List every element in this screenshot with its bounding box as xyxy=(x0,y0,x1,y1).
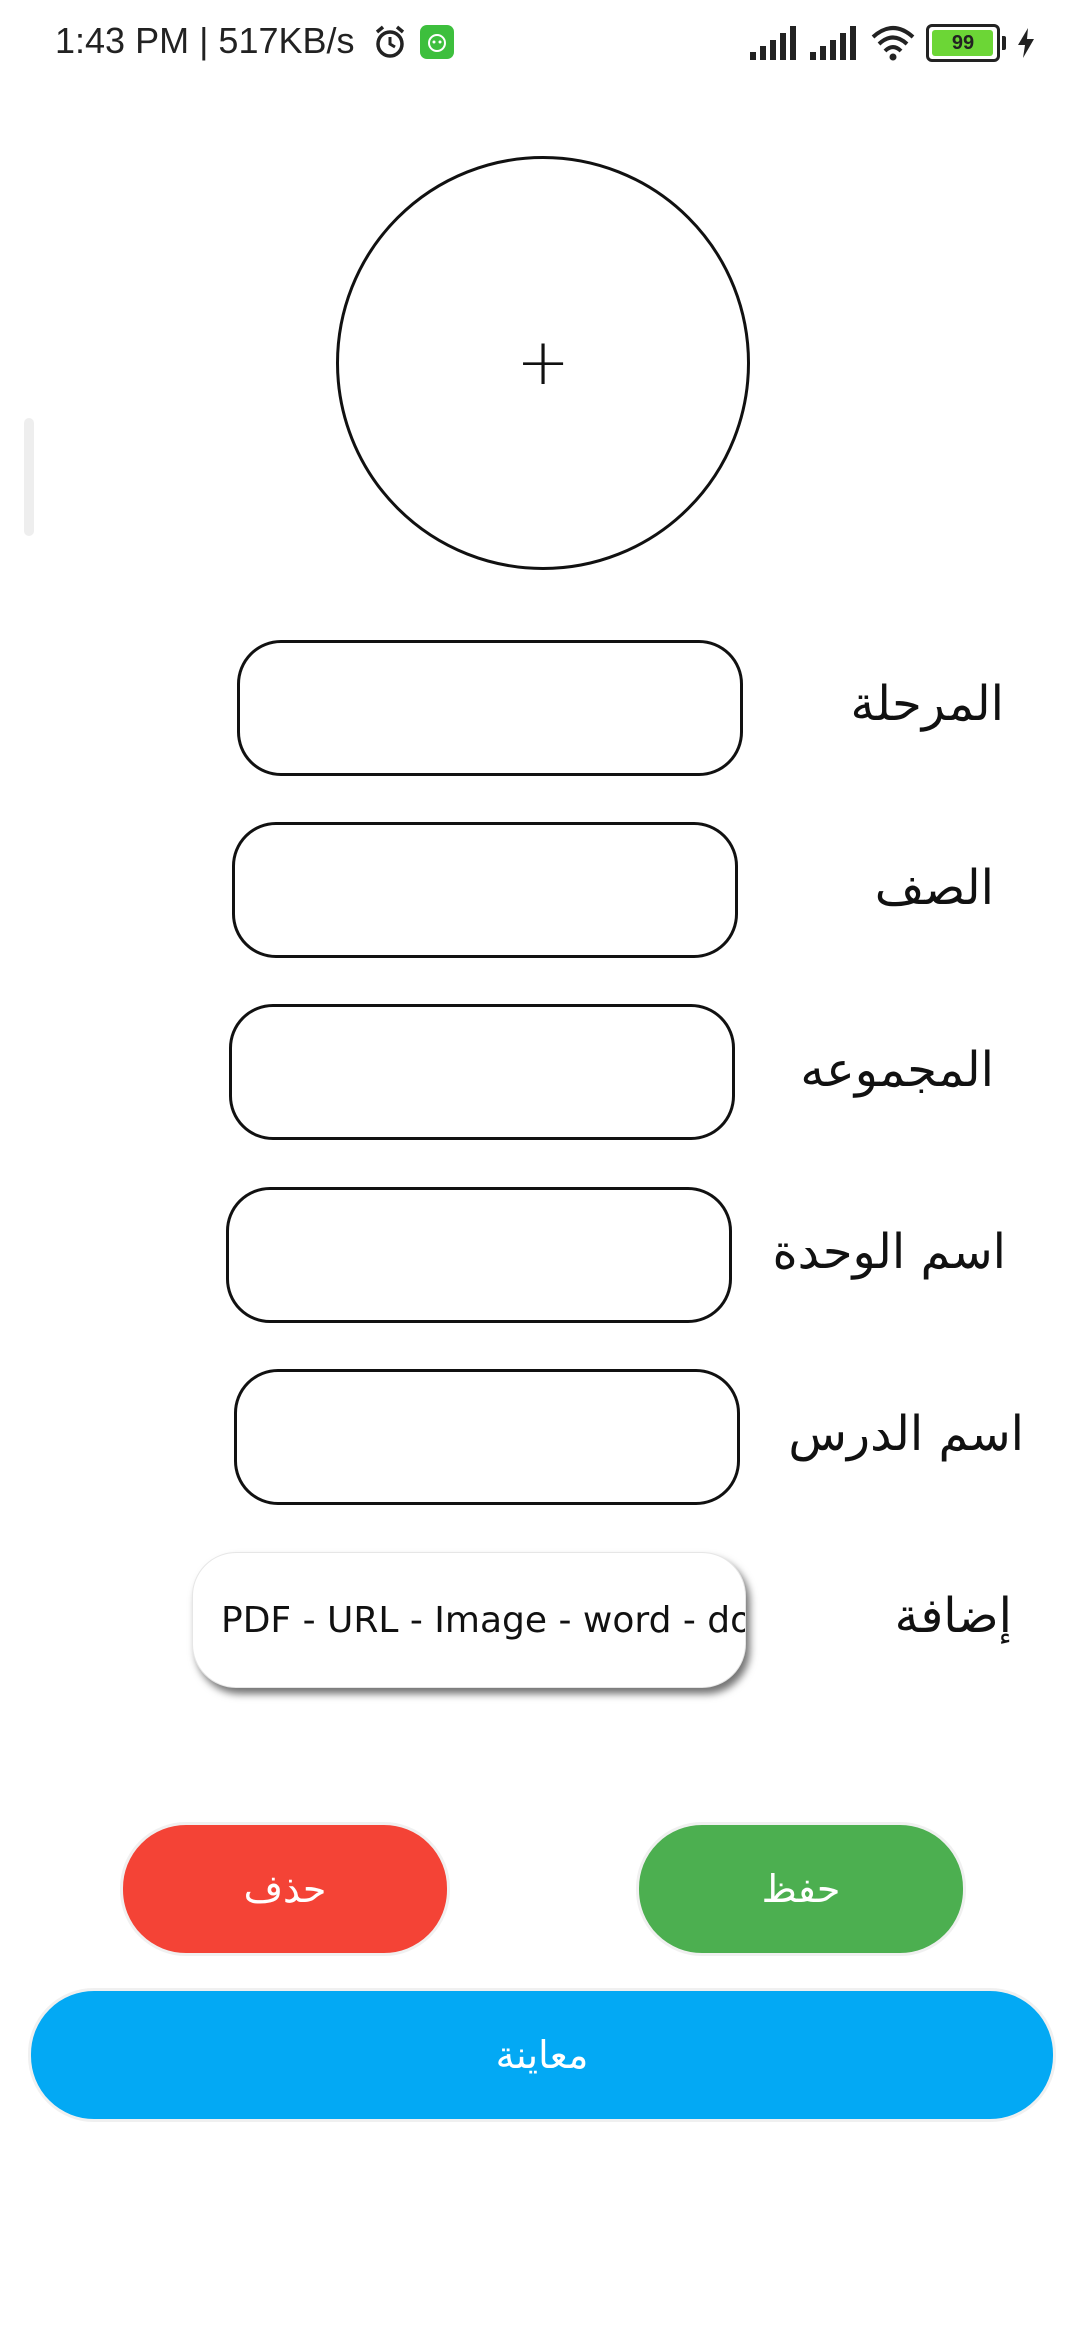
grade-label: الصف xyxy=(874,860,994,916)
battery-icon: 99 xyxy=(926,24,1000,62)
charging-icon xyxy=(1018,28,1034,58)
app-notification-icon xyxy=(420,25,454,59)
status-time: 1:43 PM | 517KB/s xyxy=(55,20,355,61)
delete-button[interactable]: حذف xyxy=(120,1822,450,1956)
lesson-name-label: اسم الدرس xyxy=(788,1406,1024,1462)
alarm-icon xyxy=(375,25,405,58)
stage-label: المرحلة xyxy=(850,676,1005,732)
system-icons: 99 xyxy=(750,24,1036,62)
plus-icon: + xyxy=(516,326,570,400)
attachment-types: PDF - URL - Image - word - doc xyxy=(221,1599,746,1641)
lesson-name-input[interactable] xyxy=(234,1369,740,1505)
save-button[interactable]: حفظ xyxy=(636,1822,966,1956)
scroll-indicator xyxy=(24,418,34,536)
stage-input[interactable] xyxy=(237,640,743,776)
unit-name-input[interactable] xyxy=(226,1187,732,1323)
attachment-selector[interactable]: PDF - URL - Image - word - doc xyxy=(192,1552,746,1688)
grade-input[interactable] xyxy=(232,822,738,958)
unit-name-label: اسم الوحدة xyxy=(772,1224,1006,1280)
wifi-icon xyxy=(871,26,915,61)
battery-percent: 99 xyxy=(951,31,975,54)
status-icons xyxy=(372,24,454,60)
attachment-label: إضافة xyxy=(894,1588,1012,1644)
battery-tip xyxy=(1002,36,1006,50)
group-label: المجموعه xyxy=(800,1042,994,1098)
signal-icon xyxy=(750,26,796,60)
image-picker[interactable]: + xyxy=(336,156,750,570)
preview-button[interactable]: معاينة xyxy=(28,1988,1056,2122)
group-input[interactable] xyxy=(229,1004,735,1140)
signal-icon xyxy=(810,26,856,60)
